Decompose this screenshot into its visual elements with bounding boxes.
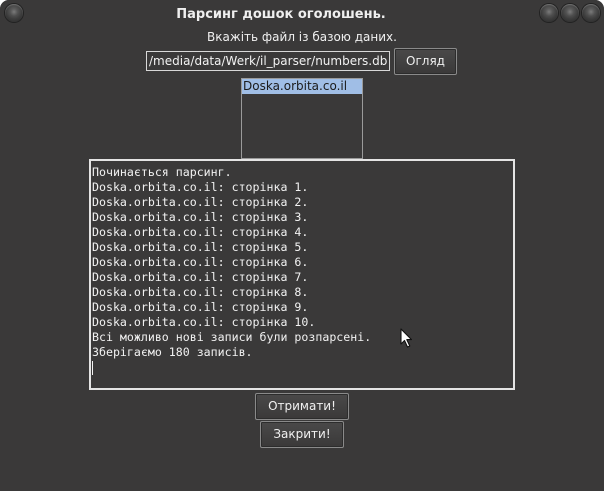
close-icon[interactable] xyxy=(582,4,600,22)
text-caret xyxy=(92,361,93,375)
close-button[interactable]: Закрити! xyxy=(260,421,344,448)
log-line: Doska.orbita.co.il: сторінка 7. xyxy=(92,270,309,284)
fetch-button[interactable]: Отримати! xyxy=(255,393,349,420)
maximize-icon[interactable] xyxy=(561,4,579,22)
app-window: Парсинг дошок оголошень. Вкажіть файл із… xyxy=(0,0,604,491)
sites-listbox[interactable]: Doska.orbita.co.il xyxy=(241,78,363,159)
log-line: Doska.orbita.co.il: сторінка 1. xyxy=(92,180,309,194)
log-line: Зберігаємо 180 записів. xyxy=(92,345,253,359)
log-line: Doska.orbita.co.il: сторінка 9. xyxy=(92,300,309,314)
log-line: Починається парсинг. xyxy=(92,165,232,179)
log-line: Doska.orbita.co.il: сторінка 2. xyxy=(92,195,309,209)
minimize-icon[interactable] xyxy=(540,4,558,22)
log-line: Doska.orbita.co.il: сторінка 8. xyxy=(92,285,309,299)
log-line: Всі можливо нові записи були розпарсені. xyxy=(92,330,372,344)
database-file-label: Вкажіть файл із базою даних. xyxy=(207,30,397,44)
list-item-doska-orbita[interactable]: Doska.orbita.co.il xyxy=(242,79,362,94)
database-path-field[interactable]: /media/data/Werk/il_parser/numbers.db xyxy=(146,51,390,71)
log-line: Doska.orbita.co.il: сторінка 4. xyxy=(92,225,309,239)
browse-button[interactable]: Огляд xyxy=(394,48,457,75)
window-title: Парсинг дошок оголошень. xyxy=(176,7,386,22)
title-bar[interactable]: Парсинг дошок оголошень. xyxy=(0,0,604,28)
parsing-log-textarea[interactable]: Починається парсинг. Doska.orbita.co.il:… xyxy=(89,159,515,390)
log-line: Doska.orbita.co.il: сторінка 6. xyxy=(92,255,309,269)
mouse-pointer-icon xyxy=(400,328,413,348)
log-line: Doska.orbita.co.il: сторінка 10. xyxy=(92,315,316,329)
log-line: Doska.orbita.co.il: сторінка 3. xyxy=(92,210,309,224)
log-line: Doska.orbita.co.il: сторінка 5. xyxy=(92,240,309,254)
